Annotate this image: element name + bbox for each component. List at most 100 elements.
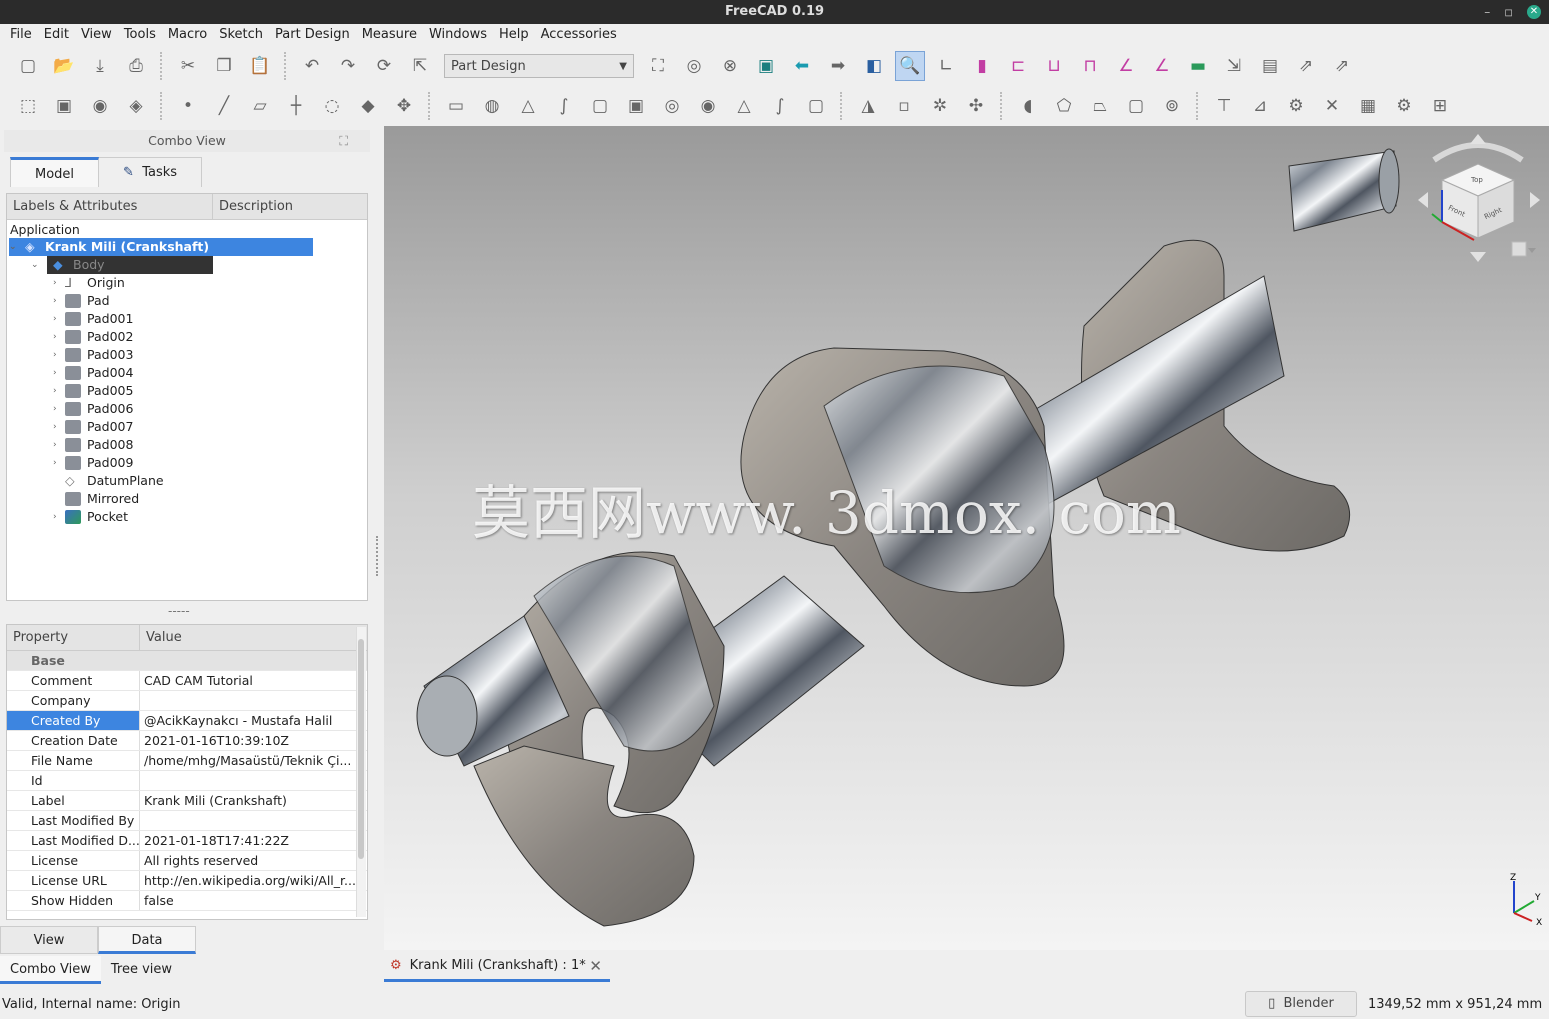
expand-icon[interactable]: ›	[53, 418, 65, 436]
property-row[interactable]: License All rights reserved	[7, 851, 367, 871]
collapse-icon[interactable]: ⌄	[31, 256, 43, 274]
datum-line-icon[interactable]: ╱	[209, 91, 239, 121]
tab-combo-view[interactable]: Combo View	[0, 956, 101, 984]
tab-data[interactable]: Data	[98, 926, 196, 954]
fit-all-icon[interactable]: ⛶	[643, 51, 673, 81]
tree-item[interactable]: › Pad008	[53, 436, 133, 454]
draft-icon[interactable]: ⏢	[1085, 91, 1115, 121]
tab-model[interactable]: Model	[10, 157, 100, 187]
clip-icon[interactable]: ∠	[1111, 51, 1141, 81]
refresh-icon[interactable]: ⟳	[369, 51, 399, 81]
tree-header-labels[interactable]: Labels & Attributes	[7, 194, 213, 219]
local-cs-icon[interactable]: ┼	[281, 91, 311, 121]
property-value[interactable]: CAD CAM Tutorial	[140, 671, 367, 690]
multi-transform-icon[interactable]: ✣	[961, 91, 991, 121]
tree-item[interactable]: ◇ DatumPlane	[53, 472, 164, 490]
save-icon[interactable]: ⤓	[85, 51, 115, 81]
menu-macro[interactable]: Macro	[162, 24, 213, 46]
sheet-icon[interactable]: ▦	[1353, 91, 1383, 121]
subtractive-primitive-icon[interactable]: ▢	[801, 91, 831, 121]
property-value[interactable]	[140, 691, 367, 710]
whats-this-icon[interactable]: ⇱	[405, 51, 435, 81]
tree-item[interactable]: › Pad003	[53, 346, 133, 364]
subshape-binder-icon[interactable]: ◆	[353, 91, 383, 121]
expand-icon[interactable]: ›	[53, 274, 65, 292]
export-icon[interactable]: ⇲	[1219, 51, 1249, 81]
tree-item[interactable]: › Pad009	[53, 454, 133, 472]
cut-icon[interactable]: ✂	[173, 51, 203, 81]
menu-windows[interactable]: Windows	[423, 24, 493, 46]
collapse-icon[interactable]: ⌄	[9, 238, 21, 256]
nav-cube-svg[interactable]: Top Front Right	[1414, 130, 1544, 270]
property-value[interactable]: false	[140, 891, 367, 910]
tab-tree-view[interactable]: Tree view	[101, 956, 182, 984]
folder-icon[interactable]: ▤	[1255, 51, 1285, 81]
menu-file[interactable]: File	[4, 24, 38, 46]
sprocket-icon[interactable]: ⊤	[1209, 91, 1239, 121]
expand-icon[interactable]: ›	[53, 508, 65, 526]
maximize-icon[interactable]: ◽	[1504, 5, 1513, 19]
fit-selection-icon[interactable]: ◎	[679, 51, 709, 81]
expand-icon[interactable]: ›	[53, 400, 65, 418]
property-row[interactable]: Creation Date 2021-01-16T10:39:10Z	[7, 731, 367, 751]
property-row[interactable]: Company	[7, 691, 367, 711]
polar-pattern-icon[interactable]: ✲	[925, 91, 955, 121]
tree-root-document[interactable]: ⌄ ◈ Krank Mili (Crankshaft)	[9, 238, 313, 256]
tree-item[interactable]: › Pad007	[53, 418, 133, 436]
sketch-view-icon[interactable]: ⊏	[1003, 51, 1033, 81]
property-row[interactable]: Label Krank Mili (Crankshaft)	[7, 791, 367, 811]
new-document-icon[interactable]: ▢	[13, 51, 43, 81]
thickness-icon[interactable]: ▢	[1121, 91, 1151, 121]
shape-binder-icon[interactable]: ◌	[317, 91, 347, 121]
subtractive-loft-icon[interactable]: △	[729, 91, 759, 121]
menu-sketch[interactable]: Sketch	[213, 24, 269, 46]
menu-help[interactable]: Help	[493, 24, 535, 46]
property-value[interactable]: 2021-01-18T17:41:22Z	[140, 831, 367, 850]
tab-view[interactable]: View	[0, 926, 98, 954]
close-icon[interactable]: ✕	[1527, 5, 1541, 19]
hole-icon[interactable]: ◎	[657, 91, 687, 121]
property-value[interactable]: Krank Mili (Crankshaft)	[140, 791, 367, 810]
pipe-icon[interactable]: ∫	[549, 91, 579, 121]
bounding-box-icon[interactable]: ▣	[751, 51, 781, 81]
minimize-icon[interactable]: –	[1484, 5, 1490, 19]
expand-icon[interactable]: ›	[53, 292, 65, 310]
redo-icon[interactable]: ↷	[333, 51, 363, 81]
map-sketch-icon[interactable]: ◈	[121, 91, 151, 121]
ruler-icon[interactable]: ▬	[1183, 51, 1213, 81]
pocket-icon[interactable]: ▣	[621, 91, 651, 121]
close-tab-icon[interactable]: ✕	[589, 957, 602, 975]
property-value[interactable]	[140, 811, 367, 830]
property-header-name[interactable]: Property	[7, 625, 140, 650]
workbench-selector[interactable]: Part Design ▼	[444, 54, 634, 78]
paste-icon[interactable]: 📋	[245, 51, 275, 81]
menu-tools[interactable]: Tools	[118, 24, 162, 46]
clone-icon[interactable]: ✥	[389, 91, 419, 121]
back-icon[interactable]: ⬅	[787, 51, 817, 81]
navigation-style-button[interactable]: ▯ Blender	[1245, 991, 1357, 1017]
dock-splitter[interactable]	[376, 536, 379, 576]
validate-sketch-icon[interactable]: ◉	[85, 91, 115, 121]
part-icon[interactable]: ▮	[967, 51, 997, 81]
property-value[interactable]: All rights reserved	[140, 851, 367, 870]
revolution-icon[interactable]: ◍	[477, 91, 507, 121]
property-value[interactable]: /home/mhg/Masaüstü/Teknik Çi...	[140, 751, 367, 770]
print-icon[interactable]: ⎙	[121, 51, 151, 81]
additive-primitive-icon[interactable]: ▢	[585, 91, 615, 121]
tree-body[interactable]: ◆ Body	[47, 256, 213, 274]
tree-item[interactable]: › Pad005	[53, 382, 133, 400]
expand-icon[interactable]: ›	[53, 364, 65, 382]
copy-icon[interactable]: ❐	[209, 51, 239, 81]
body-icon[interactable]: ⬚	[13, 91, 43, 121]
tree-item[interactable]: › Pad002	[53, 328, 133, 346]
datum-icon[interactable]: ⊓	[1075, 51, 1105, 81]
groove-icon[interactable]: ◉	[693, 91, 723, 121]
float-panel-icon[interactable]: ⛶	[339, 130, 348, 152]
tab-tasks[interactable]: ✎ Tasks	[99, 157, 203, 187]
forward-icon[interactable]: ➡	[823, 51, 853, 81]
undo-icon[interactable]: ↶	[297, 51, 327, 81]
property-value[interactable]	[140, 771, 367, 790]
expand-icon[interactable]: ›	[53, 328, 65, 346]
chamfer-icon[interactable]: ⬠	[1049, 91, 1079, 121]
expand-icon[interactable]: ›	[53, 454, 65, 472]
